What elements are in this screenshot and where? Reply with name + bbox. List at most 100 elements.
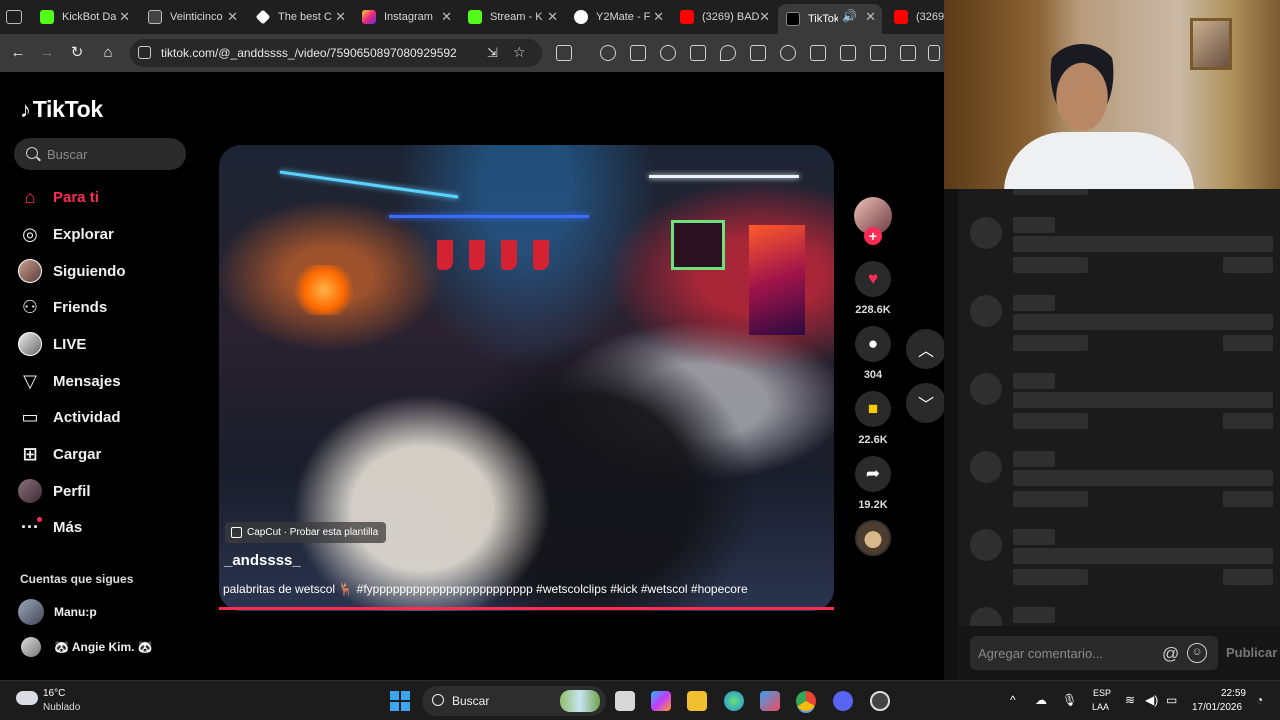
bookmark-icon[interactable]: ■ <box>855 391 891 427</box>
tab-y2mate[interactable]: Y2Mate - F ✕ <box>566 4 670 30</box>
file-explorer-icon[interactable] <box>687 691 707 711</box>
mention-icon[interactable]: @ <box>1162 644 1179 664</box>
comment-bubble-icon[interactable]: ● <box>855 326 891 362</box>
next-video-button[interactable]: ﹀ <box>906 383 946 423</box>
location-icon[interactable] <box>720 45 736 61</box>
site-info-icon[interactable] <box>138 46 151 59</box>
card-icon[interactable] <box>690 45 706 61</box>
bookmark-star-icon[interactable]: ☆ <box>513 44 526 61</box>
reload-icon[interactable]: ↻ <box>68 44 86 62</box>
key-icon[interactable] <box>600 45 616 61</box>
url-text[interactable]: tiktok.com/@_anddssss_/video/75906508970… <box>161 46 457 60</box>
copilot-icon[interactable] <box>651 691 671 711</box>
tab-veinticinco[interactable]: Veinticinco ✕ <box>140 4 244 30</box>
sidebar-item-live[interactable]: LIVE <box>18 330 198 358</box>
like-action[interactable]: ♥ 228.6K <box>855 261 891 316</box>
video-caption[interactable]: palabritas de wetscol 🦌 #fyppppppppppppp… <box>223 582 748 596</box>
close-icon[interactable]: ✕ <box>865 9 876 25</box>
wifi-icon[interactable]: ≋ <box>1125 693 1135 707</box>
sidebar-item-actividad[interactable]: ▭ Actividad <box>18 403 198 431</box>
tab-label: The best C <box>278 11 332 23</box>
video-progress-bar[interactable] <box>219 607 834 610</box>
weather-temperature[interactable]: 16°C <box>43 688 65 699</box>
name-placeholder <box>1013 607 1055 623</box>
share-action[interactable]: ➦ 19.2K <box>855 456 891 511</box>
close-icon[interactable]: ✕ <box>547 9 558 25</box>
heart-icon[interactable]: ♥ <box>855 261 891 297</box>
comment-action[interactable]: ● 304 <box>855 326 891 381</box>
sidebar-item-mas[interactable]: ··· Más <box>18 513 198 541</box>
home-icon[interactable]: ⌂ <box>99 44 117 62</box>
favorites-icon[interactable] <box>750 45 766 61</box>
taskbar-search[interactable]: Buscar <box>422 686 606 716</box>
tab-kickbot[interactable]: KickBot Da ✕ <box>32 4 136 30</box>
volume-icon[interactable]: ◀) <box>1145 693 1158 707</box>
tab-stream-kick[interactable]: Stream - K ✕ <box>460 4 564 30</box>
discord-icon[interactable] <box>833 691 853 711</box>
capcut-template-badge[interactable]: CapCut · Probar esta plantilla <box>225 522 387 543</box>
language-top[interactable]: ESP <box>1093 688 1111 698</box>
back-arrow-icon[interactable]: ← <box>9 44 27 62</box>
chrome-icon[interactable] <box>796 691 816 711</box>
task-view-icon[interactable] <box>615 691 635 711</box>
follow-plus-button[interactable]: + <box>864 227 882 245</box>
tab-instagram[interactable]: Instagram ✕ <box>354 4 458 30</box>
following-account[interactable]: 🐼 Angie Kim. 🐼 <box>18 634 153 660</box>
install-app-icon[interactable]: ⇲ <box>487 45 498 61</box>
tiktok-logo[interactable]: ♪ TikTok <box>20 96 103 123</box>
history-icon[interactable] <box>780 45 796 61</box>
close-icon[interactable]: ✕ <box>119 9 130 25</box>
tab-youtube-2[interactable]: (3269) <box>886 4 946 30</box>
microsoft-store-icon[interactable] <box>760 691 780 711</box>
clock-time[interactable]: 22:59 <box>1214 688 1246 699</box>
video-author[interactable]: _andssss_ <box>224 552 301 569</box>
sidebar-item-mensajes[interactable]: ▽ Mensajes <box>18 367 198 395</box>
tab-tiktok[interactable]: TikTok 🔊 ✕ <box>778 4 882 34</box>
share-arrow-icon[interactable]: ➦ <box>855 456 891 492</box>
reader-icon[interactable] <box>630 45 646 61</box>
microphone-icon[interactable]: 🎙 <box>1062 693 1077 707</box>
puzzle-icon[interactable] <box>660 45 676 61</box>
search-input[interactable]: Buscar <box>14 138 186 170</box>
tab-the-best[interactable]: The best C ✕ <box>248 4 352 30</box>
speaker-icon[interactable]: 🔊 <box>842 9 857 23</box>
chevron-up-icon[interactable]: ^ <box>1010 693 1016 707</box>
sidebar-item-explorar[interactable]: ◎ Explorar <box>18 220 198 248</box>
tab-list-icon[interactable] <box>6 10 22 24</box>
apps-grid-icon[interactable] <box>928 45 940 61</box>
translate-icon[interactable] <box>900 45 916 61</box>
onedrive-icon[interactable]: ☁ <box>1035 693 1047 707</box>
url-field[interactable]: tiktok.com/@_anddssss_/video/75906508970… <box>130 39 542 67</box>
cloud-icon[interactable] <box>16 691 38 705</box>
download-icon[interactable] <box>810 45 826 61</box>
forward-arrow-icon[interactable]: → <box>38 44 56 62</box>
notification-bell-icon[interactable]: ◔ <box>1256 693 1263 707</box>
extensions-icon[interactable] <box>556 45 572 61</box>
close-icon[interactable]: ✕ <box>441 9 452 25</box>
trash-icon[interactable] <box>840 45 856 61</box>
close-icon[interactable]: ✕ <box>653 9 664 25</box>
print-icon[interactable] <box>870 45 886 61</box>
clock-date[interactable]: 17/01/2026 <box>1192 702 1242 713</box>
sidebar-item-friends[interactable]: ⚇ Friends <box>18 293 198 321</box>
publish-button[interactable]: Publicar <box>1226 645 1277 660</box>
sidebar-item-perfil[interactable]: Perfil <box>18 477 198 505</box>
windows-start-icon[interactable] <box>390 691 410 711</box>
obs-icon[interactable] <box>870 691 890 711</box>
sidebar-item-siguiendo[interactable]: Siguiendo <box>18 257 198 285</box>
weather-description[interactable]: Nublado <box>43 702 80 713</box>
close-icon[interactable]: ✕ <box>227 9 238 25</box>
music-disc-avatar[interactable] <box>855 520 891 556</box>
tab-youtube[interactable]: (3269) BAD ✕ <box>672 4 776 30</box>
edge-browser-icon[interactable] <box>724 691 744 711</box>
close-icon[interactable]: ✕ <box>335 9 346 25</box>
save-action[interactable]: ■ 22.6K <box>855 391 891 446</box>
battery-icon[interactable]: ▭ <box>1166 693 1177 707</box>
previous-video-button[interactable]: ︿ <box>906 329 946 369</box>
following-account[interactable]: Manu:p <box>18 599 97 625</box>
close-icon[interactable]: ✕ <box>759 9 770 25</box>
emoji-icon[interactable]: ☺ <box>1187 643 1207 663</box>
sidebar-item-cargar[interactable]: ⊞ Cargar <box>18 440 198 468</box>
language-bottom[interactable]: LAA <box>1092 702 1109 712</box>
sidebar-item-para-ti[interactable]: ⌂ Para ti <box>18 183 198 211</box>
